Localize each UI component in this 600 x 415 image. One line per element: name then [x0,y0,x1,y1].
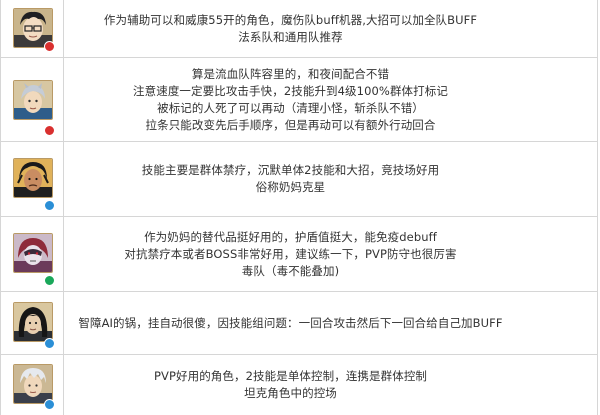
character-portrait-white-hair-icon [13,364,53,404]
description-line: 坦克角色中的控场 [244,386,337,400]
avatar-cell [1,292,64,354]
description-line: 作为奶妈的替代品挺好用的，护盾值挺大，能免疫debuff [144,229,437,244]
description-cell: PVP好用的角色，2技能是单体控制，连携是群体控制 坦克角色中的控场 [64,355,597,415]
description-cell: 作为奶妈的替代品挺好用的，护盾值挺大，能免疫debuff 对抗禁疗本或者BOSS… [64,217,597,291]
table-row: 技能主要是群体禁疗，沉默单体2技能和大招，竞技场好用 俗称奶妈克星 [1,142,597,217]
avatar-cell [1,217,64,291]
table-row: PVP好用的角色，2技能是单体控制，连携是群体控制 坦克角色中的控场 [1,355,597,415]
table-row: 作为辅助可以和威康55开的角色，魔伤队buff机器,大招可以加全队BUFF 法系… [1,0,597,58]
description-cell: 技能主要是群体禁疗，沉默单体2技能和大招，竞技场好用 俗称奶妈克星 [64,142,597,216]
description-cell: 算是流血队阵容里的，和夜间配合不错 注意速度一定要比攻击手快，2技能升到4级10… [64,58,597,141]
description-line: 对抗禁疗本或者BOSS非常好用，建议练一下，PVP防守也很厉害 [124,246,457,261]
character-portrait-long-hair-icon [13,302,53,342]
description-line: 被标记的人死了可以再动（清理小怪，斩杀队不错） [157,100,424,115]
description-line: 作为辅助可以和威康55开的角色，魔伤队buff机器,大招可以加全队BUFF [103,12,478,27]
description-line: 毒队（毒不能叠加) [241,263,340,278]
class-badge-icon [44,41,55,52]
class-badge-icon [44,338,55,349]
description-cell: 作为辅助可以和威康55开的角色，魔伤队buff机器,大招可以加全队BUFF 法系… [64,0,597,57]
description-cell: 智障AI的锅，挂自动很傻，因技能组问题：一回合攻击然后下一回合给自己加BUFF [64,292,597,354]
description-line: PVP好用的角色，2技能是单体控制，连携是群体控制 [153,369,428,383]
description-line: 拉条只能改变先后手顺序，但是再动可以有额外行动回合 [145,117,436,132]
description-line: 俗称奶妈克星 [255,180,326,194]
table-row: 智障AI的锅，挂自动很傻，因技能组问题：一回合攻击然后下一回合给自己加BUFF [1,292,597,355]
description-line: 算是流血队阵容里的，和夜间配合不错 [191,66,390,81]
avatar-cell [1,355,64,415]
table-row: 作为奶妈的替代品挺好用的，护盾值挺大，能免疫debuff 对抗禁疗本或者BOSS… [1,217,597,292]
description-line: 法系队和通用队推荐 [238,29,343,44]
description-line: 智障AI的锅，挂自动很傻，因技能组问题：一回合攻击然后下一回合给自己加BUFF [78,315,503,330]
character-portrait-silver-hair-icon [13,80,53,120]
character-recommendation-table: 作为辅助可以和威康55开的角色，魔伤队buff机器,大招可以加全队BUFF 法系… [0,0,598,415]
class-badge-icon [44,399,55,410]
character-portrait-mask-icon [13,233,53,273]
avatar-cell [1,0,64,57]
description-line: 注意速度一定要比攻击手快，2技能升到4级100%群体打标记 [133,83,448,98]
avatar-cell [1,142,64,216]
class-badge-icon [44,200,55,211]
table-row: 算是流血队阵容里的，和夜间配合不错 注意速度一定要比攻击手快，2技能升到4级10… [1,58,597,142]
avatar-cell [1,58,64,141]
class-badge-icon [44,125,55,136]
description-line: 技能主要是群体禁疗，沉默单体2技能和大招，竞技场好用 [141,163,440,177]
character-portrait-dark-hair-icon [13,158,53,198]
class-badge-icon [44,275,55,286]
